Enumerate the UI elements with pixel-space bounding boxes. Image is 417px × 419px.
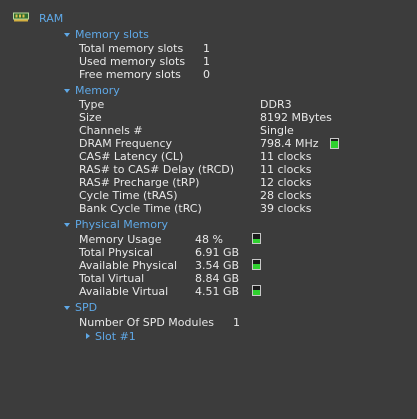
row-label: Total Virtual (79, 272, 145, 285)
row-value: 1 (203, 42, 210, 55)
section-memory[interactable]: Memory (75, 84, 120, 97)
collapse-arrow-icon[interactable] (64, 223, 70, 227)
row-value: 6.91 GB (195, 246, 240, 259)
row-value: 798.4 MHz (260, 137, 319, 150)
collapse-arrow-icon[interactable] (64, 306, 70, 310)
section-spd[interactable]: SPD (75, 301, 97, 314)
row-value: 8192 MBytes (260, 111, 332, 124)
available-physical-gauge-icon (252, 259, 261, 270)
row-value: 1 (203, 55, 210, 68)
row-label: Bank Cycle Time (tRC) (79, 202, 202, 215)
expand-arrow-icon[interactable] (86, 333, 90, 339)
row-label: CAS# Latency (CL) (79, 150, 184, 163)
available-virtual-gauge-icon (252, 285, 261, 296)
tree-node-slot-1[interactable]: Slot #1 (95, 330, 136, 343)
row-value: 48 % (195, 233, 223, 246)
memory-usage-gauge-icon (252, 233, 261, 244)
row-label: Available Virtual (79, 285, 169, 298)
row-value: 12 clocks (260, 176, 312, 189)
row-value: DDR3 (260, 98, 292, 111)
row-value: 39 clocks (260, 202, 312, 215)
row-value: 1 (233, 316, 240, 329)
row-label: Used memory slots (79, 55, 186, 68)
row-value: 11 clocks (260, 150, 312, 163)
collapse-arrow-icon[interactable] (64, 89, 70, 93)
row-label: Memory Usage (79, 233, 162, 246)
section-memory-slots[interactable]: Memory slots (75, 28, 149, 41)
row-label: Free memory slots (79, 68, 181, 81)
section-physical-memory[interactable]: Physical Memory (75, 218, 168, 231)
row-label: Available Physical (79, 259, 178, 272)
row-label: Channels # (79, 124, 143, 137)
row-label: Total memory slots (79, 42, 184, 55)
collapse-arrow-icon[interactable] (64, 33, 70, 37)
row-value: 0 (203, 68, 210, 81)
row-value: Single (260, 124, 294, 137)
row-label: RAS# to CAS# Delay (tRCD) (79, 163, 235, 176)
row-label: DRAM Frequency (79, 137, 173, 150)
row-value: 4.51 GB (195, 285, 240, 298)
row-label: Type (79, 98, 105, 111)
row-label: Cycle Time (tRAS) (79, 189, 178, 202)
row-value: 3.54 GB (195, 259, 240, 272)
ram-root-label[interactable]: RAM (39, 12, 63, 25)
row-value: 28 clocks (260, 189, 312, 202)
row-label: RAS# Precharge (tRP) (79, 176, 200, 189)
dram-frequency-gauge-icon (330, 138, 339, 149)
row-value: 11 clocks (260, 163, 312, 176)
row-label: Number Of SPD Modules (79, 316, 215, 329)
row-value: 8.84 GB (195, 272, 240, 285)
row-label: Total Physical (79, 246, 153, 259)
ram-chip-icon (13, 12, 29, 22)
row-label: Size (79, 111, 102, 124)
